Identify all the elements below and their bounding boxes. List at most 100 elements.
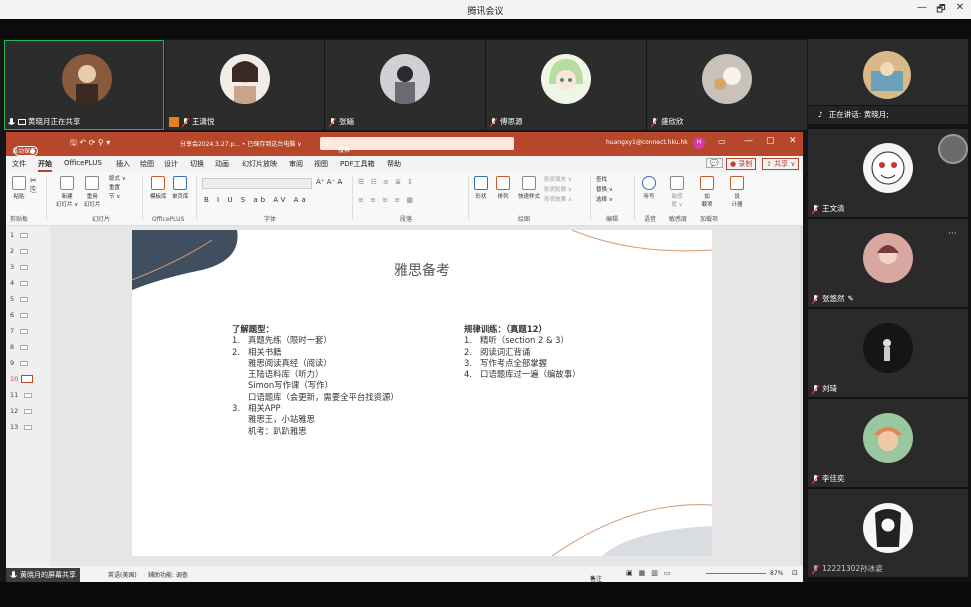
group-label-addins: 加载项	[700, 216, 719, 223]
title-bar: 腾讯会议 — 🗗 ✕	[0, 0, 971, 19]
participant-tile[interactable]: 张悠然 ✎	[808, 219, 968, 307]
avatar	[863, 413, 913, 463]
paste-button[interactable]: 粘贴	[12, 176, 26, 200]
close-button[interactable]: ✕	[953, 2, 967, 13]
slide-thumbnail-current[interactable]: 10	[10, 374, 40, 384]
floating-assistant-icon[interactable]	[938, 134, 968, 164]
tab-draw[interactable]: 绘图	[140, 159, 154, 169]
fit-slide-icon[interactable]: ⊡	[792, 569, 798, 577]
share-button[interactable]: ⇧ 共享 ∨	[762, 158, 800, 170]
user-icon	[169, 117, 179, 127]
zoom-level[interactable]: 87%	[770, 570, 783, 577]
ppt-restore-icon[interactable]: ▢	[766, 136, 775, 146]
participant-tile[interactable]: 傅思源	[486, 40, 646, 130]
tab-view[interactable]: 视图	[314, 159, 328, 169]
slide-thumbnail[interactable]: 1	[10, 230, 40, 240]
addins-button[interactable]: 加载项	[700, 176, 714, 208]
more-options-icon[interactable]: ···	[948, 229, 957, 239]
alignment-buttons[interactable]: ≡ ≡ ≡ ≡ ▦	[358, 196, 415, 204]
editing-buttons[interactable]: 查找 替换 ∨ 选择 ∨	[596, 175, 613, 205]
avatar	[541, 54, 591, 104]
avatar	[863, 51, 911, 99]
participant-tile[interactable]: 王潇悦	[165, 40, 324, 130]
slide-thumbnail[interactable]: 8	[10, 342, 40, 352]
reuse-slide-button[interactable]: 重用 幻灯片	[84, 176, 101, 208]
slide-thumbnail[interactable]: 13	[10, 422, 40, 432]
sensitivity-button[interactable]: 敏感度 ∨	[670, 176, 684, 208]
single-page-library-button[interactable]: 单页库	[172, 176, 189, 200]
slide-thumbnail[interactable]: 2	[10, 246, 40, 256]
tab-design[interactable]: 设计	[164, 159, 178, 169]
font-format-buttons[interactable]: B I U S ab AV Aa	[204, 196, 309, 204]
mic-muted-icon	[812, 564, 819, 574]
slide-thumbnail[interactable]: 4	[10, 278, 40, 288]
participant-name: 盛欣欣	[651, 116, 688, 128]
participant-tile[interactable]	[808, 39, 968, 105]
font-name-select[interactable]	[202, 178, 312, 189]
tab-help[interactable]: 帮助	[387, 159, 401, 169]
ppt-status-bar: 英语(美国) 辅助功能: 调查 ≡ 备注 ▣▦▥▭ 87% ⊡	[6, 566, 803, 583]
participant-tile[interactable]: 李佳奕	[808, 399, 968, 487]
slide-thumbnail[interactable]: 11	[10, 390, 40, 400]
slide-thumbnail[interactable]: 6	[10, 310, 40, 320]
participant-tile[interactable]: 盛欣欣	[647, 40, 807, 130]
shape-button[interactable]: 形状	[474, 176, 488, 200]
list-item: 1. 真题先练（限时一套）	[232, 335, 332, 346]
ppt-minimize-icon[interactable]: —	[744, 136, 753, 146]
language-status[interactable]: 英语(美国)	[108, 570, 137, 579]
new-slide-button[interactable]: 新建 幻灯片 ∨	[56, 176, 78, 208]
participant-tile[interactable]: 12221302孙冰姿	[808, 489, 968, 577]
slide-layout-buttons[interactable]: 版式 ∨ 重置节 ∨	[109, 175, 126, 202]
slide[interactable]: 雅思备考 了解题型： 1. 真题先练（限时一套） 2. 相关书籍 雅思阅读真经（…	[132, 230, 712, 556]
zoom-slider[interactable]	[706, 573, 766, 574]
ribbon-display-icon[interactable]: ▭	[718, 137, 726, 146]
app-item: 机考：趴趴雅思	[248, 425, 307, 436]
edit-icon: ✎	[847, 294, 854, 303]
slide-thumbnail[interactable]: 3	[10, 262, 40, 272]
record-button[interactable]: ● 录制	[726, 158, 757, 170]
designer-button[interactable]: 设计器	[730, 176, 744, 208]
comments-icon[interactable]: 💬	[706, 158, 723, 168]
search-input[interactable]: ⚲ 搜索	[320, 137, 514, 154]
tab-insert[interactable]: 插入	[116, 159, 130, 169]
vertical-scrollbar[interactable]	[800, 226, 803, 566]
group-label-sensitivity: 敏感度	[669, 216, 688, 223]
participant-tile[interactable]: 刘琦	[808, 309, 968, 397]
list-item: 1. 精听（section 2 & 3）	[464, 335, 569, 346]
tab-transitions[interactable]: 切换	[190, 159, 204, 169]
slide-thumbnail[interactable]: 9	[10, 358, 40, 368]
template-library-button[interactable]: 模板库	[150, 176, 167, 200]
tab-file[interactable]: 文件	[12, 159, 26, 169]
tab-slideshow[interactable]: 幻灯片放映	[242, 159, 277, 169]
quick-style-button[interactable]: 快速样式	[518, 176, 540, 200]
font-size-controls[interactable]: A⁺ A⁻ A̶	[316, 178, 342, 186]
slide-thumbnail[interactable]: 12	[10, 406, 40, 416]
paragraph-buttons[interactable]: ☰ ☷ ≡ ≣ ↕	[358, 178, 415, 186]
window-title: 腾讯会议	[467, 7, 504, 17]
ppt-close-icon[interactable]: ✕	[789, 136, 797, 146]
ppt-menu-tabs: 文件 开始 OfficePLUS 插入 绘图 设计 切换 动画 幻灯片放映 审阅…	[6, 156, 803, 172]
mic-muted-icon	[490, 117, 497, 127]
restore-button[interactable]: 🗗	[934, 2, 948, 19]
slide-thumbnail[interactable]: 5	[10, 294, 40, 304]
reuse-slide-icon	[85, 176, 100, 190]
participant-tile[interactable]: 张婳	[325, 40, 485, 130]
arrange-button[interactable]: 排列	[496, 176, 510, 200]
save-icon[interactable]: 🖫 ↶ ⟳ ⚲ ▾	[70, 137, 110, 151]
tab-pdf-tools[interactable]: PDF工具箱	[340, 159, 375, 169]
accessibility-status[interactable]: 辅助功能: 调查	[148, 570, 188, 579]
clipboard-tools-icon[interactable]: ✂ ⎘	[30, 176, 37, 195]
tab-review[interactable]: 审阅	[289, 159, 303, 169]
minimize-button[interactable]: —	[915, 2, 929, 13]
view-buttons[interactable]: ▣▦▥▭	[626, 569, 676, 577]
account-avatar[interactable]: H	[693, 137, 705, 149]
tab-home[interactable]: 开始	[38, 159, 52, 172]
mic-on-icon	[10, 570, 17, 578]
shape-format-buttons[interactable]: 形状填充 ∨ 形状轮廓 ∨ 形状效果 ∨	[544, 175, 572, 205]
slide-thumbnail[interactable]: 7	[10, 326, 40, 336]
group-label-slides: 幻灯片	[92, 216, 111, 223]
tab-officeplus[interactable]: OfficePLUS	[64, 159, 102, 167]
tab-animations[interactable]: 动画	[215, 159, 229, 169]
dictate-button[interactable]: 听写	[642, 176, 656, 200]
participant-tile[interactable]: 黄晓月正在共享	[4, 40, 164, 130]
